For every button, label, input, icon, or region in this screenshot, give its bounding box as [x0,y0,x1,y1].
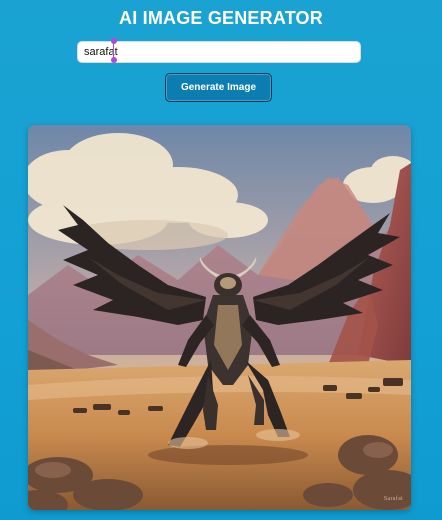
artist-signature: Sarafat [383,496,403,502]
generated-image-illustration [28,125,411,510]
generate-image-button[interactable]: Generate Image [165,73,272,102]
prompt-input[interactable] [77,41,361,63]
selection-handle-top[interactable] [111,38,117,44]
app-title: AI IMAGE GENERATOR [119,8,323,28]
selection-handle-bottom[interactable] [111,57,117,63]
generated-image: Sarafat [28,125,411,510]
